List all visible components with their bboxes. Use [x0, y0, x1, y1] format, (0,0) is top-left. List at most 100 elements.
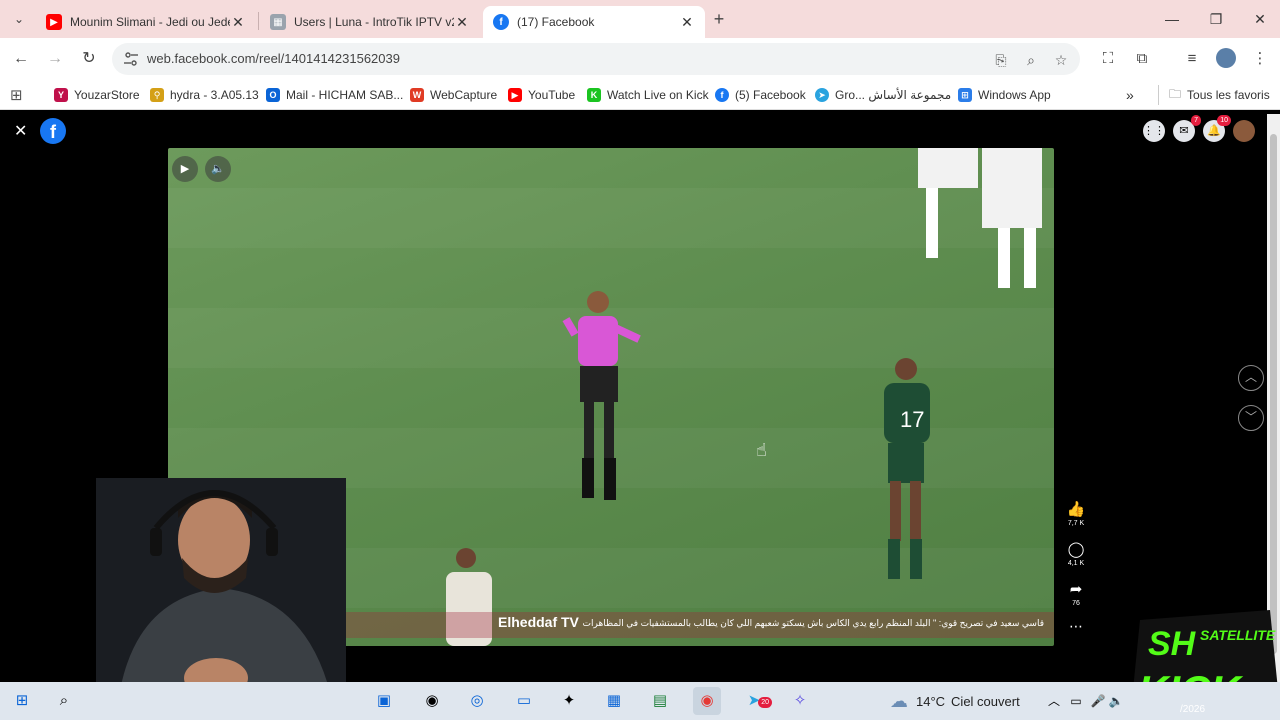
- share-button[interactable]: ➦ 76: [1062, 580, 1090, 607]
- bookmark-windows-app[interactable]: ⊞ Windows App: [958, 85, 1051, 105]
- url-text[interactable]: web.facebook.com/reel/1401414231562039: [147, 43, 400, 75]
- remote-desktop-icon[interactable]: ▭: [510, 687, 538, 715]
- close-window-icon[interactable]: ✕: [1240, 8, 1280, 30]
- facebook-logo-icon[interactable]: f: [40, 118, 66, 144]
- close-tab-icon[interactable]: ✕: [454, 14, 470, 31]
- youtube-icon: ▶: [508, 88, 522, 102]
- bookmark-telegram-group[interactable]: ➤ Gro... مجموعة الأساش: [815, 85, 951, 105]
- tab-luna-users[interactable]: ▦ Users | Luna - IntroTik IPTV v2.3 ✕: [260, 6, 480, 38]
- bookmark-kick[interactable]: K Watch Live on Kick: [587, 85, 709, 105]
- store-icon[interactable]: ▣: [370, 687, 398, 715]
- share-count: 76: [1072, 600, 1080, 607]
- address-bar[interactable]: web.facebook.com/reel/1401414231562039 ⎘…: [112, 43, 1080, 75]
- menu-grid-icon[interactable]: ⋮⋮: [1143, 120, 1165, 142]
- bookmark-facebook[interactable]: f (5) Facebook: [715, 85, 806, 105]
- facebook-icon: f: [493, 14, 509, 30]
- tab-title: (17) Facebook: [517, 15, 595, 29]
- weather-condition: Ciel couvert: [951, 693, 1020, 709]
- extensions-icon[interactable]: ⧉: [1131, 48, 1153, 70]
- weather-widget[interactable]: ☁ 14°C Ciel couvert: [890, 682, 1020, 720]
- all-bookmarks-folder[interactable]: 🗀 Tous les favoris: [1158, 85, 1270, 105]
- tab-search-chevron-icon[interactable]: ⌄: [6, 6, 32, 32]
- player-figure: 17: [884, 358, 930, 579]
- profile-avatar[interactable]: [1215, 48, 1237, 70]
- more-options-icon[interactable]: ⋯: [1062, 618, 1090, 635]
- new-tab-button[interactable]: +: [706, 6, 732, 32]
- back-icon[interactable]: ←: [8, 46, 34, 72]
- install-app-icon[interactable]: ⎘: [992, 51, 1010, 69]
- close-reel-icon[interactable]: ✕: [14, 121, 27, 141]
- speaker-icon[interactable]: 🔈: [1102, 687, 1130, 715]
- zoom-icon[interactable]: ⌕: [1022, 51, 1040, 69]
- scrollbar-thumb[interactable]: [1270, 134, 1277, 654]
- next-reel-chevron-down-icon[interactable]: ﹀: [1238, 405, 1264, 431]
- menu-kebab-icon[interactable]: ⋮: [1249, 48, 1271, 70]
- site-settings-icon[interactable]: [123, 51, 139, 67]
- share-icon: ➦: [1069, 581, 1083, 598]
- notifications-bell-icon[interactable]: 🔔 10: [1203, 115, 1231, 142]
- start-windows-icon[interactable]: ⊞: [8, 687, 36, 715]
- comment-icon: ◯: [1067, 541, 1085, 558]
- minimize-icon[interactable]: —: [1152, 8, 1192, 30]
- y-logo-icon: Y: [54, 88, 68, 102]
- bookmark-webcapture[interactable]: W WebCapture: [410, 85, 497, 105]
- bookmark-youtube[interactable]: ▶ YouTube: [508, 85, 575, 105]
- windows-icon: ⊞: [958, 88, 972, 102]
- telegram-icon[interactable]: ➤ 20: [740, 687, 772, 715]
- all-bookmarks-label: Tous les favoris: [1187, 88, 1270, 102]
- screenshot-extension-icon[interactable]: ⛶: [1097, 48, 1119, 70]
- bookmark-youzarstore[interactable]: Y YouzarStore: [54, 85, 140, 105]
- bookmark-label: (5) Facebook: [735, 88, 806, 102]
- app-icon[interactable]: ◎: [463, 687, 491, 715]
- play-icon[interactable]: ▶: [172, 156, 198, 182]
- like-button[interactable]: 👍 7,7 K: [1062, 500, 1090, 527]
- bookmark-mail[interactable]: O Mail - HICHAM SAB...: [266, 85, 403, 105]
- facebook-icon: f: [715, 88, 729, 102]
- close-tab-icon[interactable]: ✕: [679, 14, 695, 31]
- obs-icon[interactable]: ◉: [418, 687, 446, 715]
- apps-grid-icon[interactable]: ⊞: [10, 85, 23, 105]
- satellite-app-icon[interactable]: ✦: [555, 687, 583, 715]
- channel-watermark: Elheddaf TV: [498, 614, 579, 630]
- bookmark-star-icon[interactable]: ☆: [1052, 51, 1070, 69]
- previous-reel-chevron-up-icon[interactable]: ︿: [1238, 365, 1264, 391]
- bookmark-label: Watch Live on Kick: [607, 88, 709, 102]
- excel-icon[interactable]: ▤: [646, 687, 674, 715]
- chrome-icon[interactable]: ◉: [693, 687, 721, 715]
- restore-icon[interactable]: ❐: [1196, 8, 1236, 30]
- svg-text:SATELLITE: SATELLITE: [1200, 627, 1276, 643]
- messenger-icon[interactable]: ✉ 7: [1173, 115, 1201, 142]
- calculator-icon[interactable]: ▦: [600, 687, 628, 715]
- folder-icon: 🗀: [1169, 86, 1182, 101]
- tab-title: Mounim Slimani - Jedi ou Jedei: [70, 15, 230, 29]
- cloud-sun-icon: ☁: [890, 690, 908, 711]
- vpn-icon[interactable]: ✧: [786, 687, 814, 715]
- bookmark-hydra[interactable]: ⚲ hydra - 3.A05.13: [150, 85, 259, 105]
- media-control-icon[interactable]: ≡: [1181, 48, 1203, 70]
- outlook-icon: O: [266, 88, 280, 102]
- tab-separator: [258, 12, 259, 30]
- svg-text:SH: SH: [1148, 625, 1197, 663]
- referee-figure: [562, 291, 641, 500]
- bookmark-label: WebCapture: [430, 88, 498, 102]
- comment-button[interactable]: ◯ 4,1 K: [1062, 540, 1090, 567]
- messenger-badge: 7: [1191, 115, 1201, 126]
- page-scrollbar[interactable]: [1267, 114, 1280, 682]
- table-icon: ▦: [270, 14, 286, 30]
- volume-icon[interactable]: 🔈: [205, 156, 231, 182]
- more-bookmarks-chevron-icon[interactable]: »: [1126, 85, 1134, 105]
- bookmark-label: hydra - 3.A05.13: [170, 88, 259, 102]
- bookmark-label: Mail - HICHAM SAB...: [286, 88, 404, 102]
- close-tab-icon[interactable]: ✕: [230, 14, 246, 31]
- reload-icon[interactable]: ↻: [76, 46, 102, 72]
- search-icon[interactable]: ⌕: [50, 687, 78, 715]
- tab-youtube[interactable]: ▶ Mounim Slimani - Jedi ou Jedei ✕: [36, 6, 256, 38]
- forward-icon[interactable]: →: [42, 46, 68, 72]
- tab-facebook[interactable]: f (17) Facebook ✕: [483, 6, 705, 38]
- account-avatar[interactable]: [1233, 120, 1255, 142]
- bookmark-label: YouzarStore: [74, 88, 140, 102]
- taskbar-date: /2026: [1180, 704, 1206, 715]
- jersey-number: 17: [900, 407, 924, 432]
- bookmark-label: Windows App: [978, 88, 1051, 102]
- weather-temp: 14°C: [916, 693, 946, 709]
